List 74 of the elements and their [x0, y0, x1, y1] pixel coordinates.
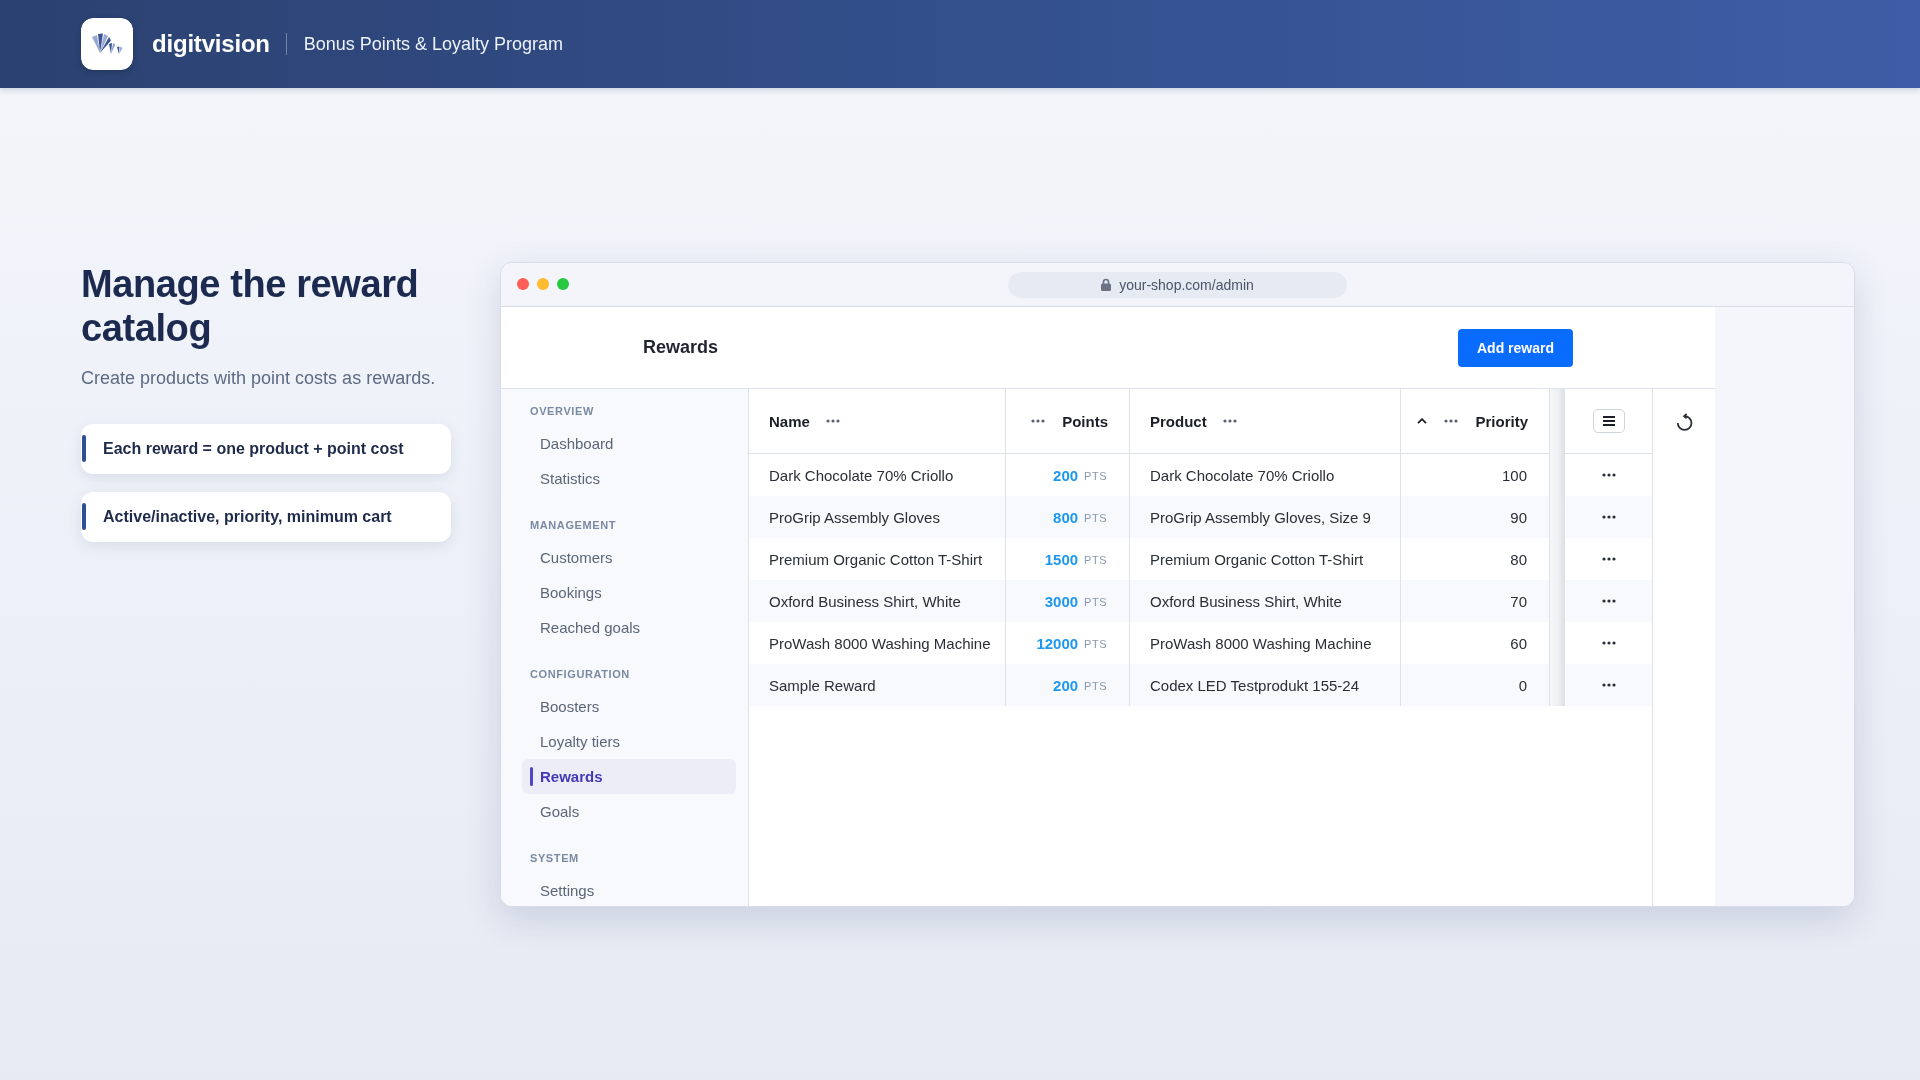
column-header[interactable]: Priority: [1475, 412, 1528, 430]
product-name: Codex LED Testprodukt 155-24: [1150, 676, 1360, 694]
columns-menu-button[interactable]: [1592, 409, 1625, 433]
more-icon[interactable]: [1444, 419, 1459, 423]
priority-value: 70: [1510, 592, 1527, 610]
priority-value: 0: [1518, 676, 1527, 694]
points-unit: PTS: [1084, 595, 1107, 608]
sidebar-item[interactable]: Loyalty tiers: [522, 724, 736, 759]
more-icon[interactable]: [1601, 473, 1616, 477]
more-icon[interactable]: [1222, 419, 1237, 423]
points-value: 3000: [1044, 592, 1079, 610]
reward-name: ProGrip Assembly Gloves: [769, 508, 940, 526]
points-value: 200: [1053, 466, 1079, 484]
more-icon[interactable]: [1601, 515, 1616, 519]
sidebar-item[interactable]: Goals: [522, 794, 736, 829]
chevron-up-icon[interactable]: [1417, 418, 1428, 424]
sidebar-item[interactable]: Settings: [522, 873, 736, 906]
points-value: 1500: [1044, 550, 1079, 568]
more-icon[interactable]: [825, 419, 840, 423]
more-icon[interactable]: [1601, 641, 1616, 645]
reward-name: Dark Chocolate 70% Criollo: [769, 466, 954, 484]
brand-name: digitvision: [152, 30, 270, 58]
points-unit: PTS: [1084, 679, 1107, 692]
feature-note: Each reward = one product + point cost: [81, 424, 451, 474]
refresh-icon[interactable]: [1675, 413, 1693, 431]
points-value: 12000: [1036, 634, 1079, 652]
product-name: Dark Chocolate 70% Criollo: [1150, 466, 1335, 484]
sidebar-item[interactable]: Bookings: [522, 575, 736, 610]
more-icon[interactable]: [1601, 599, 1616, 603]
product-name: ProGrip Assembly Gloves, Size 9: [1150, 508, 1371, 526]
points-unit: PTS: [1084, 637, 1107, 650]
menu-icon: [1602, 416, 1615, 426]
points-unit: PTS: [1084, 511, 1107, 524]
lead-text: Create products with point costs as rewards.: [81, 367, 437, 389]
more-icon[interactable]: [1601, 557, 1616, 561]
priority-value: 100: [1501, 466, 1527, 484]
logo-icon: [81, 18, 133, 70]
points-unit: PTS: [1084, 553, 1107, 566]
priority-value: 80: [1510, 550, 1527, 568]
points-value: 200: [1053, 676, 1079, 694]
section-label: CONFIGURATION: [529, 667, 631, 682]
sidebar-item[interactable]: Dashboard: [522, 426, 736, 461]
sidebar-item[interactable]: Rewards: [522, 759, 736, 794]
section-label: OVERVIEW: [529, 404, 595, 419]
points-unit: PTS: [1084, 469, 1107, 482]
more-icon[interactable]: [1601, 683, 1616, 687]
reward-name: Premium Organic Cotton T-Shirt: [769, 550, 983, 568]
column-header[interactable]: Points: [1062, 412, 1108, 430]
product-name: Oxford Business Shirt, White: [1150, 592, 1342, 610]
sidebar-item[interactable]: Reached goals: [522, 610, 736, 645]
program-title: Bonus Points & Loyalty Program: [303, 33, 563, 55]
product-name: Premium Organic Cotton T-Shirt: [1150, 550, 1364, 568]
feature-note: Active/inactive, priority, minimum cart: [81, 492, 451, 542]
reward-name: ProWash 8000 Washing Machine: [769, 634, 991, 652]
points-value: 800: [1053, 508, 1079, 526]
product-name: ProWash 8000 Washing Machine: [1150, 634, 1372, 652]
sidebar-item[interactable]: Customers: [522, 540, 736, 575]
sidebar-item[interactable]: Boosters: [522, 689, 736, 724]
more-icon[interactable]: [1031, 419, 1046, 423]
column-header[interactable]: Name: [769, 412, 810, 430]
section-label: SYSTEM: [529, 851, 580, 866]
column-header[interactable]: Product: [1150, 412, 1207, 430]
window-close-icon[interactable]: [517, 278, 529, 290]
priority-value: 90: [1510, 508, 1527, 526]
headline: Manage the reward catalog: [81, 262, 420, 350]
sidebar-item[interactable]: Statistics: [522, 461, 736, 496]
priority-value: 60: [1510, 634, 1527, 652]
add-reward-button[interactable]: Add reward: [1458, 328, 1573, 367]
page-title: Rewards: [643, 337, 719, 358]
reward-name: Sample Reward: [769, 676, 876, 694]
lock-icon: [1101, 278, 1112, 291]
section-label: MANAGEMENT: [529, 518, 618, 533]
reward-name: Oxford Business Shirt, White: [769, 592, 961, 610]
address-bar[interactable]: your-shop.com/admin: [1008, 271, 1347, 298]
